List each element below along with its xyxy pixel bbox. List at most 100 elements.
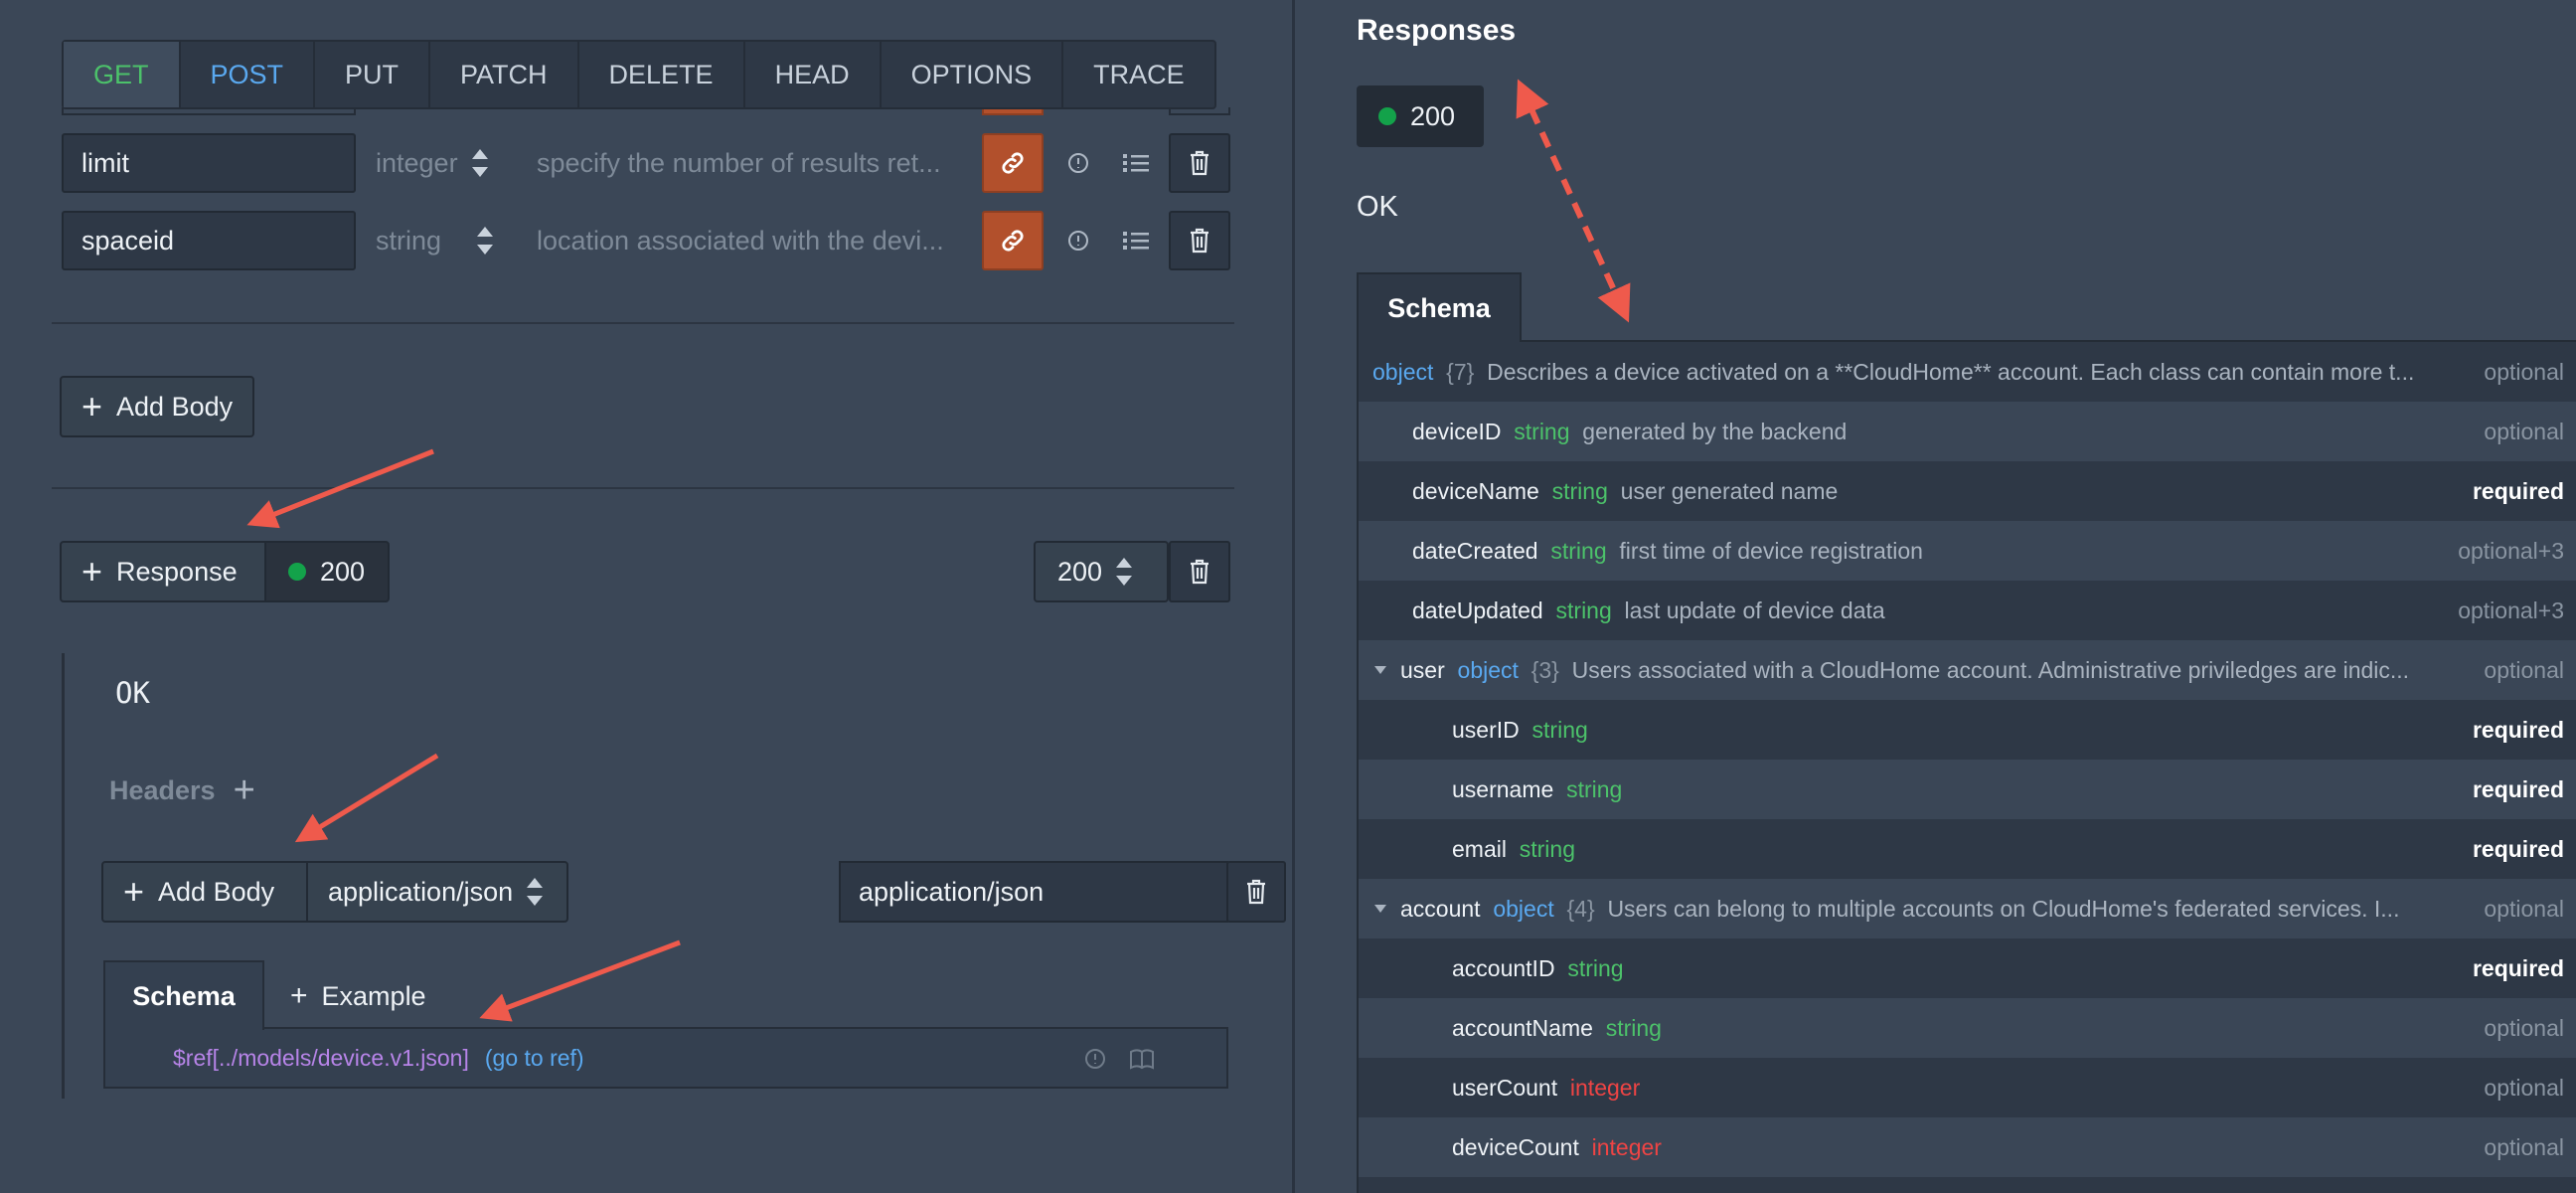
plus-icon: + xyxy=(81,551,103,592)
content-type-input[interactable]: application/json xyxy=(839,861,1228,923)
schema-property-name: accountID xyxy=(1452,954,1555,981)
schema-property-requirement: optional xyxy=(2484,418,2564,444)
tab-post[interactable]: POST xyxy=(181,42,316,107)
list-icon xyxy=(1123,232,1149,250)
schema-property-type: string xyxy=(1551,477,1608,504)
schema-property-name: deviceCount xyxy=(1452,1133,1579,1160)
section-divider xyxy=(52,487,1234,489)
example-label: Example xyxy=(321,980,426,1011)
param-name-input[interactable]: limit xyxy=(62,133,356,193)
param-description-input[interactable]: specify the number of results ret... xyxy=(537,133,1024,193)
expand-toggle-icon[interactable] xyxy=(1374,905,1386,913)
schema-row: deviceID string generated by the backend… xyxy=(1359,402,2576,461)
param-type-value: string xyxy=(376,225,442,256)
tab-example[interactable]: + Example xyxy=(290,974,426,1018)
schema-property-type: object xyxy=(1457,656,1519,683)
tab-schema[interactable]: Schema xyxy=(103,960,264,1030)
schema-property-type: object xyxy=(1493,895,1554,922)
schema-property-description: last update of device data xyxy=(1624,596,1885,623)
delete-param-button[interactable] xyxy=(1169,211,1230,270)
add-body-button[interactable]: + Add Body xyxy=(60,376,255,437)
tab-delete[interactable]: DELETE xyxy=(579,42,745,107)
expand-toggle-icon[interactable] xyxy=(1374,666,1386,674)
schema-row[interactable]: user object {3} Users associated with a … xyxy=(1359,640,2576,700)
add-body-label: Add Body xyxy=(116,391,234,422)
schema-property-requirement: optional xyxy=(2484,1133,2564,1160)
book-icon[interactable] xyxy=(1129,1047,1155,1071)
param-name-input[interactable]: spaceid xyxy=(62,211,356,270)
list-button[interactable] xyxy=(1113,211,1159,270)
add-body-label: Add Body xyxy=(158,876,275,907)
updown-icon xyxy=(471,149,488,177)
response-label: Response xyxy=(116,556,238,587)
tab-put[interactable]: PUT xyxy=(315,42,431,107)
param-type-select[interactable]: integer xyxy=(376,133,488,193)
schema-property-type: string xyxy=(1566,775,1623,802)
tab-trace[interactable]: TRACE xyxy=(1063,42,1214,107)
status-code-select[interactable]: 200 xyxy=(1034,541,1169,602)
schema-property-requirement: required xyxy=(2472,716,2564,743)
list-button[interactable] xyxy=(1113,133,1159,193)
plus-icon: + xyxy=(81,386,103,426)
schema-property-type: string xyxy=(1531,716,1588,743)
schema-property-name: userCount xyxy=(1452,1074,1558,1101)
schema-row: accountID string required xyxy=(1359,938,2576,998)
schema-property-count: {3} xyxy=(1530,656,1559,683)
updown-icon xyxy=(477,227,494,255)
param-description-input[interactable]: location associated with the devi... xyxy=(537,211,1024,270)
schema-property-requirement: optional xyxy=(2484,1014,2564,1041)
response-description[interactable]: OK xyxy=(115,676,150,710)
response-body-border xyxy=(62,653,65,1099)
tab-patch[interactable]: PATCH xyxy=(430,42,579,107)
add-response-button[interactable]: + Response xyxy=(60,541,266,602)
link-icon xyxy=(1002,152,1024,174)
trash-icon xyxy=(1191,559,1208,585)
status-dot-icon xyxy=(288,563,306,581)
schema-property-type: string xyxy=(1605,1014,1662,1041)
delete-response-button[interactable] xyxy=(1169,541,1230,602)
schema-property-type: string xyxy=(1555,596,1612,623)
add-header-plus-icon[interactable]: + xyxy=(234,769,255,812)
schema-row: accountName string optional xyxy=(1359,998,2576,1058)
request-editor-panel: GET POST PUT PATCH DELETE HEAD OPTIONS T… xyxy=(0,0,1292,1193)
schema-property-name: username xyxy=(1452,775,1554,802)
info-button[interactable] xyxy=(1055,211,1101,270)
go-to-ref-link[interactable]: (go to ref) xyxy=(485,1045,584,1072)
param-type-select[interactable]: string xyxy=(376,211,494,270)
info-icon xyxy=(1068,153,1088,173)
schema-property-requirement: optional xyxy=(2484,656,2564,683)
schema-property-name: dateCreated xyxy=(1412,537,1538,564)
delete-param-button[interactable] xyxy=(1169,133,1230,193)
preview-status-tab[interactable]: 200 xyxy=(1357,85,1484,147)
schema-row[interactable]: account object {4} Users can belong to m… xyxy=(1359,879,2576,938)
schema-property-name: deviceName xyxy=(1412,477,1539,504)
updown-icon xyxy=(1116,558,1133,586)
tab-get[interactable]: GET xyxy=(64,42,181,107)
schema-property-type: string xyxy=(1519,835,1575,862)
schema-property-name: dateUpdated xyxy=(1412,596,1543,623)
info-icon xyxy=(1068,231,1088,251)
info-button[interactable] xyxy=(1055,133,1101,193)
schema-property-type: string xyxy=(1514,418,1570,444)
schema-row: object {7} Describes a device activated … xyxy=(1359,342,2576,402)
tab-head[interactable]: HEAD xyxy=(745,42,882,107)
tab-preview-schema[interactable]: Schema xyxy=(1357,272,1522,342)
responses-title: Responses xyxy=(1357,14,1517,47)
schema-ref-box: $ref[../models/device.v1.json] (go to re… xyxy=(103,1027,1228,1089)
trash-icon xyxy=(1191,150,1208,176)
delete-body-button[interactable] xyxy=(1226,861,1286,923)
status-code-value: 200 xyxy=(1057,556,1103,587)
info-icon[interactable] xyxy=(1083,1047,1107,1071)
content-type-select[interactable]: application/json xyxy=(306,861,568,923)
schema-property-type: string xyxy=(1550,537,1607,564)
schema-property-name: userID xyxy=(1452,716,1520,743)
add-response-body-button[interactable]: + Add Body xyxy=(101,861,308,923)
status-dot-icon xyxy=(1378,107,1396,125)
response-status-tab[interactable]: 200 xyxy=(264,541,390,602)
link-button[interactable] xyxy=(982,133,1044,193)
link-button[interactable] xyxy=(982,211,1044,270)
tab-options[interactable]: OPTIONS xyxy=(882,42,1064,107)
schema-row: deviceName string user generated name req… xyxy=(1359,461,2576,521)
section-divider xyxy=(52,322,1234,324)
schema-row: deviceCount integer optional xyxy=(1359,1117,2576,1177)
